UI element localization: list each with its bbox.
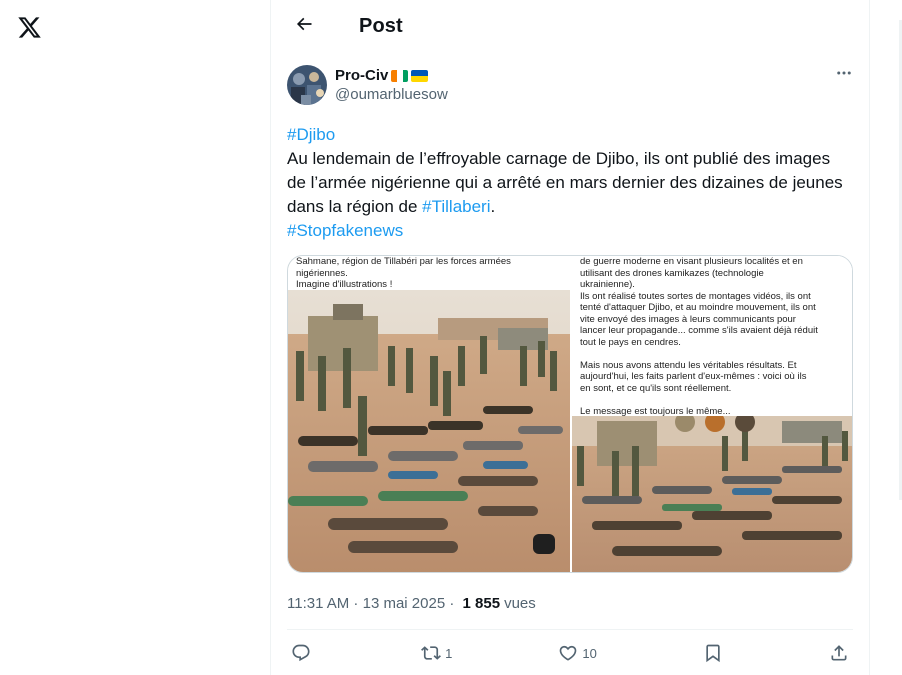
arrow-left-icon [294,14,314,39]
tweet: Pro-Civ @oumarbluesow #Djibo Au lendemai [271,53,869,675]
photo-scene-left [288,256,570,572]
separator: · [445,594,459,612]
back-button[interactable] [287,10,321,44]
views-label: vues [504,594,536,612]
timestamp-row: 11:31 AM · 13 mai 2025 · 1 855 vues [287,593,853,613]
views-count: 1 855 [462,594,501,612]
like-count: 10 [582,645,597,661]
repost-button[interactable]: 1 [421,636,452,670]
hashtag-link[interactable]: #Djibo [287,125,335,144]
media-left-caption: Sahmane, région de Tillabéri par les for… [288,256,570,290]
action-bar: 1 10 [287,629,853,675]
tweet-text: #Djibo Au lendemain de l’effroyable carn… [287,123,853,243]
right-caption-text: de guerre moderne en visant plusieurs lo… [580,256,818,416]
media-image-left[interactable]: Sahmane, région de Tillabéri par les for… [288,256,570,572]
bookmark-icon [703,643,723,663]
page-title: Post [359,15,403,37]
share-icon [829,643,849,663]
post-date[interactable]: 13 mai 2025 [363,595,446,612]
author-handle[interactable]: @oumarbluesow [335,85,448,104]
ukraine-flag-icon [411,69,429,82]
more-horizontal-icon [835,64,853,87]
repost-count: 1 [445,645,453,661]
tweet-body-text: Au lendemain de l’effroyable carnage de … [287,149,843,216]
author-display-name[interactable]: Pro-Civ [335,66,448,85]
x-logo-icon[interactable] [14,12,44,42]
media-grid: Sahmane, région de Tillabéri par les for… [287,255,853,573]
more-button[interactable] [827,58,861,92]
share-button[interactable] [829,636,849,670]
like-button[interactable]: 10 [558,636,597,670]
reply-icon [291,643,311,663]
post-time[interactable]: 11:31 AM [287,595,349,612]
page-header: Post [271,0,869,53]
author-info: Pro-Civ @oumarbluesow [335,66,448,104]
hashtag-link[interactable]: #Stopfakenews [287,221,403,240]
ivory-coast-flag-icon [391,69,409,82]
bookmark-button[interactable] [703,636,723,670]
left-caption-text: Sahmane, région de Tillabéri par les for… [296,256,511,290]
left-nav [0,0,270,675]
separator: · [349,594,363,612]
media-right-caption: de guerre moderne en visant plusieurs lo… [572,256,852,416]
avatar[interactable] [287,65,327,105]
display-name-text: Pro-Civ [335,67,389,84]
heart-icon [558,643,578,663]
reply-button[interactable] [291,636,315,670]
tweet-body-text-end: . [490,197,496,216]
hashtag-link[interactable]: #Tillaberi [422,197,490,216]
media-image-right[interactable]: de guerre moderne en visant plusieurs lo… [570,256,852,572]
author-row: Pro-Civ @oumarbluesow [287,65,853,109]
main-column: Post Pro-Civ @oumarbluesow #Djibo Au len… [270,0,870,675]
repost-icon [421,643,442,663]
